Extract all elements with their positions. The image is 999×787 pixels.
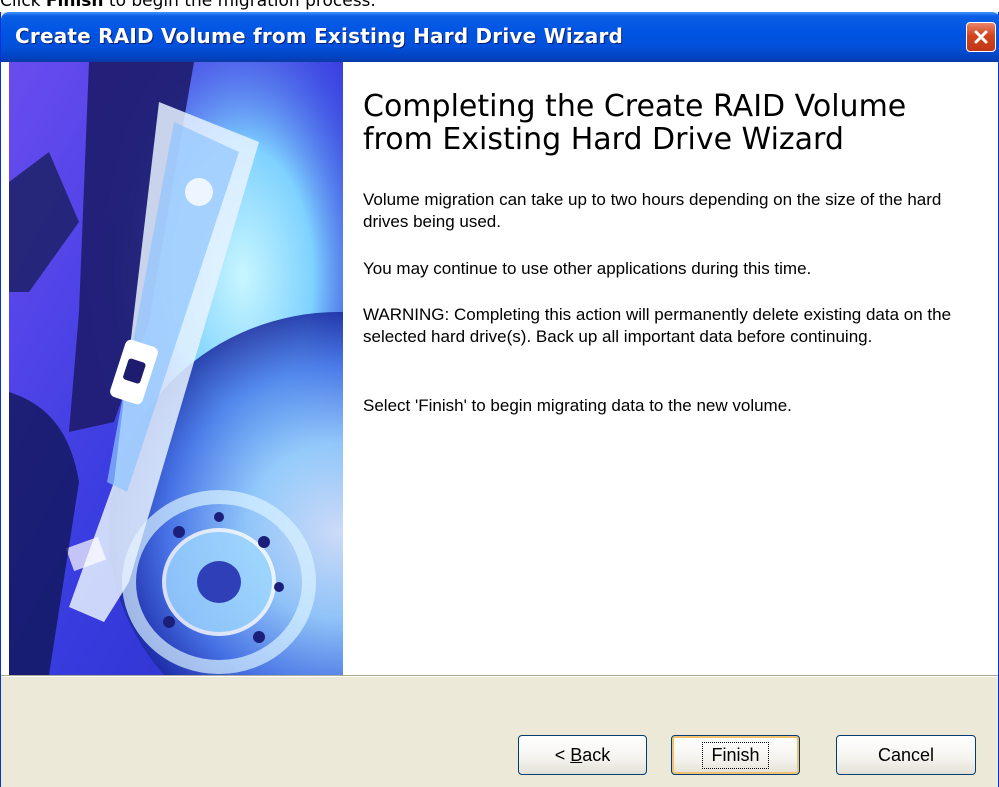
wizard-window: Create RAID Volume from Existing Hard Dr… [0,12,999,787]
wizard-content: Completing the Create RAID Volume from E… [1,62,998,675]
cancel-button-label: Cancel [877,744,935,765]
hard-drive-platter-image [9,62,343,675]
close-button[interactable] [966,22,996,52]
finish-instruction-text: Select 'Finish' to begin migrating data … [363,396,792,415]
instruction-prefix: Click [0,0,46,11]
continue-use-text: You may continue to use other applicatio… [363,259,812,278]
page-heading: Completing the Create RAID Volume from E… [363,89,907,157]
instruction-suffix: to begin the migration process. [103,0,376,11]
finish-button[interactable]: Finish [671,735,800,775]
migration-time-text: Volume migration can take up to two hour… [363,190,942,231]
finish-button-label: Finish [702,741,769,769]
title-bar[interactable]: Create RAID Volume from Existing Hard Dr… [1,12,999,62]
main-pane: Completing the Create RAID Volume from E… [363,62,983,675]
instruction-text: Click Finish to begin the migration proc… [0,0,376,11]
back-button-label: < Back [554,744,611,765]
warning-text: WARNING: Completing this action will per… [363,305,952,346]
window-title: Create RAID Volume from Existing Hard Dr… [15,24,624,48]
close-icon [973,29,989,45]
back-button[interactable]: < Back [518,735,647,775]
button-bar: < Back Finish Cancel [1,677,998,787]
cancel-button[interactable]: Cancel [836,735,976,775]
instruction-bold: Finish [45,0,104,11]
